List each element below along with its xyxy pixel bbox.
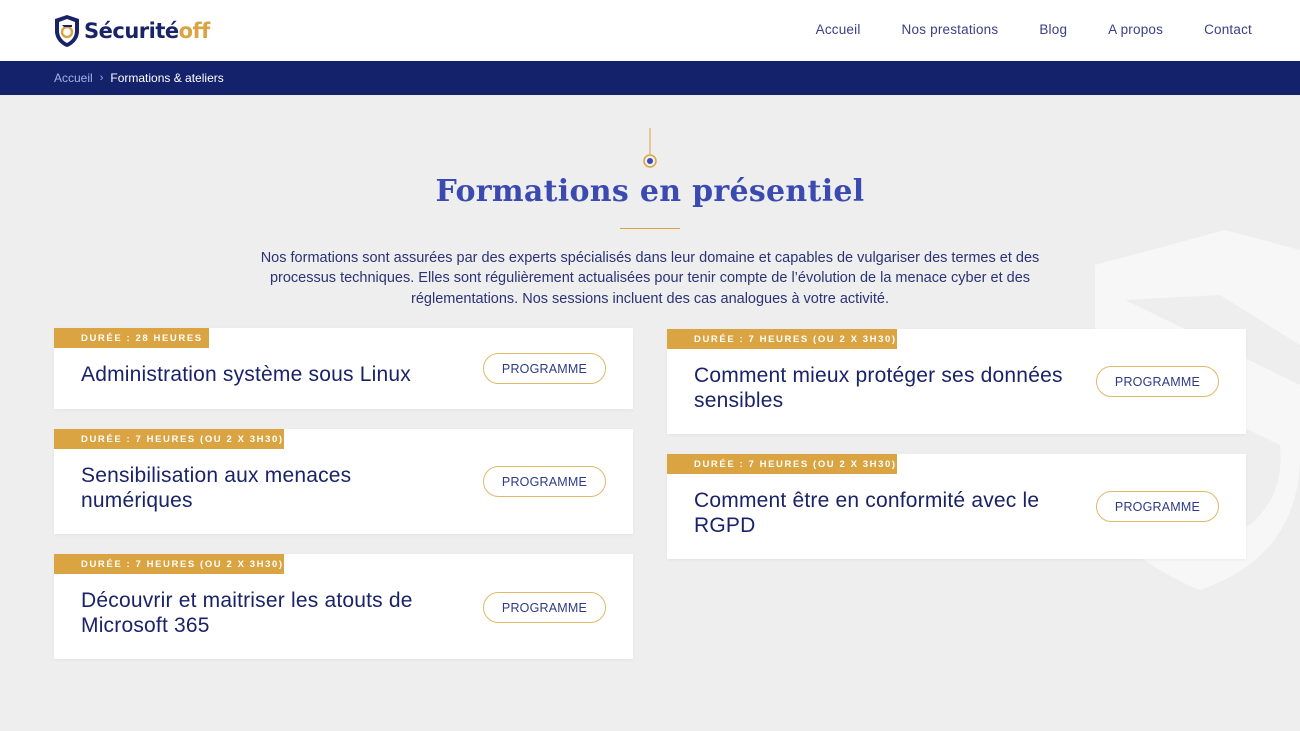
shield-logo-icon	[55, 15, 79, 47]
nav-blog[interactable]: Blog	[1039, 22, 1067, 37]
course-card: DURÉE : 7 HEURES (OU 2 X 3H30) Comment ê…	[667, 454, 1246, 559]
breadcrumb: Accueil › Formations & ateliers	[54, 71, 224, 85]
duration-badge: DURÉE : 7 HEURES (OU 2 X 3H30)	[54, 554, 284, 574]
course-title: Sensibilisation aux menaces numériques	[81, 464, 352, 512]
nav-contact[interactable]: Contact	[1204, 22, 1252, 37]
logo-text-main: Sécurité	[84, 19, 179, 43]
intro-text: Nos formations sont assurées par des exp…	[260, 250, 1040, 307]
course-card: DURÉE : 7 HEURES (OU 2 X 3H30) Comment m…	[667, 329, 1246, 434]
course-title: Comment mieux protéger ses données sensi…	[694, 364, 1063, 412]
title-ornament-icon	[643, 128, 657, 168]
course-card: DURÉE : 7 HEURES (OU 2 X 3H30) Sensibili…	[54, 429, 633, 534]
course-title: Découvrir et maitriser les atouts de Mic…	[81, 589, 413, 637]
programme-button[interactable]: PROGRAMME	[483, 592, 606, 623]
course-title: Comment être en conformité avec le RGPD	[694, 489, 1040, 537]
course-card: DURÉE : 28 HEURES Administration système…	[54, 328, 633, 409]
logo-text-accent: off	[178, 19, 211, 43]
duration-badge: DURÉE : 7 HEURES (OU 2 X 3H30)	[667, 454, 897, 474]
nav-nos-prestations[interactable]: Nos prestations	[902, 22, 999, 37]
title-divider	[620, 228, 680, 229]
logo-wordmark: Sécuritéoff	[84, 19, 210, 43]
programme-button[interactable]: PROGRAMME	[483, 353, 606, 384]
breadcrumb-bar: Accueil › Formations & ateliers	[0, 61, 1300, 95]
breadcrumb-current: Formations & ateliers	[110, 71, 224, 85]
duration-badge: DURÉE : 7 HEURES (OU 2 X 3H30)	[54, 429, 284, 449]
breadcrumb-home-link[interactable]: Accueil	[54, 71, 93, 85]
programme-button[interactable]: PROGRAMME	[1096, 366, 1219, 397]
duration-badge: DURÉE : 7 HEURES (OU 2 X 3H30)	[667, 329, 897, 349]
nav-accueil[interactable]: Accueil	[816, 22, 861, 37]
course-title: Administration système sous Linux	[81, 363, 411, 386]
page-title: Formations en présentiel	[435, 174, 865, 209]
site-logo[interactable]: Sécuritéoff	[54, 13, 210, 49]
programme-button[interactable]: PROGRAMME	[483, 466, 606, 497]
site-header: Sécuritéoff Accueil Nos prestations Blog…	[0, 0, 1300, 61]
duration-badge: DURÉE : 28 HEURES	[54, 328, 209, 348]
chevron-right-icon: ›	[99, 72, 104, 84]
main-nav: Accueil Nos prestations Blog A propos Co…	[816, 22, 1252, 37]
programme-button[interactable]: PROGRAMME	[1096, 491, 1219, 522]
nav-a-propos[interactable]: A propos	[1108, 22, 1163, 37]
course-card: DURÉE : 7 HEURES (OU 2 X 3H30) Découvrir…	[54, 554, 633, 659]
